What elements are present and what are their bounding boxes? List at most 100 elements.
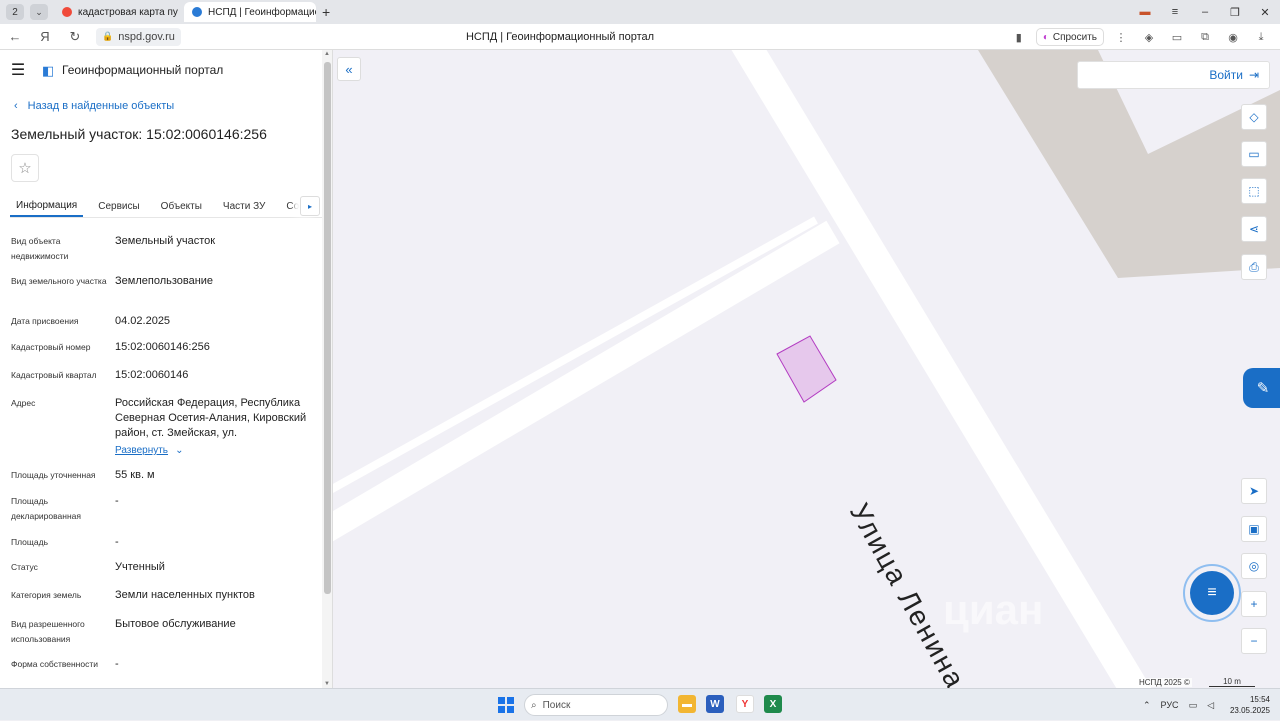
zoom-in-icon[interactable]: + xyxy=(1241,591,1267,617)
chat-button[interactable]: ≡ xyxy=(1183,564,1241,622)
yandex-icon[interactable]: Я xyxy=(30,29,60,44)
address-bar: ← Я ↻ 🔒 nspd.gov.ru НСПД | Геоинформацио… xyxy=(0,24,1280,50)
clock[interactable]: 15:54 23.05.2025 xyxy=(1230,694,1270,716)
scroll-down-icon[interactable]: ▼ xyxy=(324,681,330,687)
panel-scrollbar[interactable]: ▲ ▼ xyxy=(322,50,332,688)
property-key: Кадастровый квартал xyxy=(11,370,97,380)
lock-icon: 🔒 xyxy=(102,31,114,41)
property-key: Площадь декларированная xyxy=(11,496,81,521)
word-icon[interactable]: W xyxy=(706,695,724,713)
property-value: 04.02.2025 xyxy=(115,315,171,327)
back-to-results-link[interactable]: ‹ Назад в найденные объекты xyxy=(14,100,174,112)
more-vertical-icon[interactable]: ⋮ xyxy=(1110,31,1132,44)
tab-parts[interactable]: Части ЗУ xyxy=(217,196,271,217)
property-key: Дата присвоения xyxy=(11,316,79,326)
property-value: Землепользование xyxy=(115,275,214,287)
tabs-dropdown-button[interactable]: ⌄ xyxy=(30,4,48,20)
clock-time: 15:54 xyxy=(1249,695,1270,704)
extension-icon[interactable]: ◈ xyxy=(1138,31,1160,44)
select-area-icon[interactable]: ⬚ xyxy=(1241,178,1267,204)
browser-tab-cadastral[interactable]: кадастровая карта публи xyxy=(54,2,178,22)
property-value: Учтенный xyxy=(115,561,165,573)
login-label: Войти xyxy=(1209,68,1243,82)
taskbar-search[interactable]: ⌕ Поиск xyxy=(524,694,668,716)
file-explorer-icon[interactable]: ▬ xyxy=(678,695,696,713)
address-value: Российская Федерация, Республика Северна… xyxy=(115,397,307,439)
property-key: Вид разрешенного использования xyxy=(11,619,85,644)
share-icon[interactable]: ⋖ xyxy=(1241,216,1267,242)
portal-logo-icon: ◧ xyxy=(42,63,55,78)
property-value: - xyxy=(115,658,119,670)
windows-taskbar: ⌕ Поиск ▬ W Y X ⌃ РУС ▭ ◁ 15:54 23.05.20… xyxy=(0,688,1280,720)
hamburger-menu-icon[interactable]: ☰ xyxy=(0,60,36,80)
map-canvas[interactable]: Улица Ленина циан « Войти ⇥ ◇ ▭ ⬚ ⋖ ⎙ ✎ … xyxy=(333,50,1280,688)
system-tray: ⌃ РУС ▭ ◁ xyxy=(1143,689,1214,721)
url-field[interactable]: 🔒 nspd.gov.ru xyxy=(96,27,181,46)
profile-icon[interactable]: ◉ xyxy=(1222,31,1244,44)
ask-label: Спросить xyxy=(1052,31,1097,43)
search-placeholder: Поиск xyxy=(542,699,571,711)
minimize-icon[interactable]: – xyxy=(1190,6,1220,18)
yandex-favicon-icon xyxy=(62,7,72,17)
zoom-out-icon[interactable]: − xyxy=(1241,628,1267,654)
excel-icon[interactable]: X xyxy=(764,695,782,713)
portal-name: Геоинформационный портал xyxy=(62,63,224,77)
network-icon[interactable]: ▭ xyxy=(1189,700,1198,711)
minimap-icon[interactable]: ▣ xyxy=(1241,516,1267,542)
property-value: Земли населенных пунктов xyxy=(115,589,255,601)
favorite-star-button[interactable]: ☆ xyxy=(11,154,39,182)
windows-start-icon[interactable] xyxy=(498,697,514,713)
tab-objects[interactable]: Объекты xyxy=(155,196,208,217)
road-cross-upper xyxy=(333,216,818,494)
property-key: Площадь xyxy=(11,537,49,547)
volume-icon[interactable]: ◁ xyxy=(1207,700,1214,711)
restore-icon[interactable]: ❐ xyxy=(1220,6,1250,19)
downloads-icon[interactable]: ▭ xyxy=(1166,31,1188,44)
search-icon: ⌕ xyxy=(531,699,537,711)
tab-information[interactable]: Информация xyxy=(10,196,84,217)
collections-icon[interactable]: ⧉ xyxy=(1194,31,1216,44)
layers-icon[interactable]: ◇ xyxy=(1241,104,1267,130)
object-info-panel: ☰ ◧ Геоинформационный портал ‹ Назад в н… xyxy=(0,50,333,688)
tab-label: кадастровая карта публи xyxy=(78,6,178,18)
property-value: - xyxy=(115,536,119,548)
feedback-icon[interactable]: ✎ xyxy=(1243,368,1280,408)
download-arrow-icon[interactable]: ⤓ xyxy=(1250,31,1272,44)
property-value: 15:02:0060146 xyxy=(115,369,189,381)
land-parcel-polygon[interactable] xyxy=(776,335,837,403)
login-button[interactable]: Войти ⇥ xyxy=(1077,61,1270,89)
yandex-browser-icon[interactable]: Y xyxy=(736,695,754,713)
expand-label: Развернуть xyxy=(115,445,169,456)
tab-services[interactable]: Сервисы xyxy=(92,196,145,217)
reload-icon[interactable]: ↻ xyxy=(60,29,90,45)
property-key: Вид объекта недвижимости xyxy=(11,236,69,261)
close-window-icon[interactable]: ✕ xyxy=(1250,6,1280,19)
scrollbar-thumb[interactable] xyxy=(324,62,331,594)
print-icon[interactable]: ⎙ xyxy=(1241,254,1267,280)
expand-address-link[interactable]: Развернуть ⌄ xyxy=(115,443,311,458)
property-key: Категория земель xyxy=(11,590,82,600)
bookmark-icon[interactable]: ▮ xyxy=(1008,31,1030,44)
tab-count-badge[interactable]: 2 xyxy=(6,4,24,20)
map-layer xyxy=(333,50,1280,688)
panel-header: ☰ ◧ Геоинформационный портал xyxy=(0,50,322,90)
tray-chevron-icon[interactable]: ⌃ xyxy=(1143,700,1151,711)
menu-icon[interactable]: ≡ xyxy=(1160,6,1190,18)
window-controls: ▬ ≡ – ❐ ✕ xyxy=(1130,0,1280,24)
language-indicator[interactable]: РУС xyxy=(1161,700,1179,710)
property-value: 15:02:0060146:256 xyxy=(115,341,210,353)
ruler-icon[interactable]: ▭ xyxy=(1241,141,1267,167)
ask-button[interactable]: ◐ Спросить xyxy=(1035,28,1104,46)
back-arrow-icon[interactable]: ← xyxy=(0,29,30,44)
geolocation-icon[interactable]: ◎ xyxy=(1241,553,1267,579)
collapse-panel-icon[interactable]: « xyxy=(337,57,361,81)
browser-tab-nspd[interactable]: НСПД | Геоинформацио ✕ xyxy=(184,2,316,22)
new-tab-button[interactable]: + xyxy=(322,4,330,20)
watermark-logo: циан xyxy=(943,586,1044,633)
property-value: 55 кв. м xyxy=(115,469,155,481)
bookmark-tab-icon[interactable]: ▬ xyxy=(1130,6,1160,18)
locate-icon[interactable]: ➤ xyxy=(1241,478,1267,504)
scroll-up-icon[interactable]: ▲ xyxy=(324,51,330,57)
property-key: Форма собственности xyxy=(11,659,98,669)
tabs-scroll-right-icon[interactable]: ▸ xyxy=(300,196,320,216)
